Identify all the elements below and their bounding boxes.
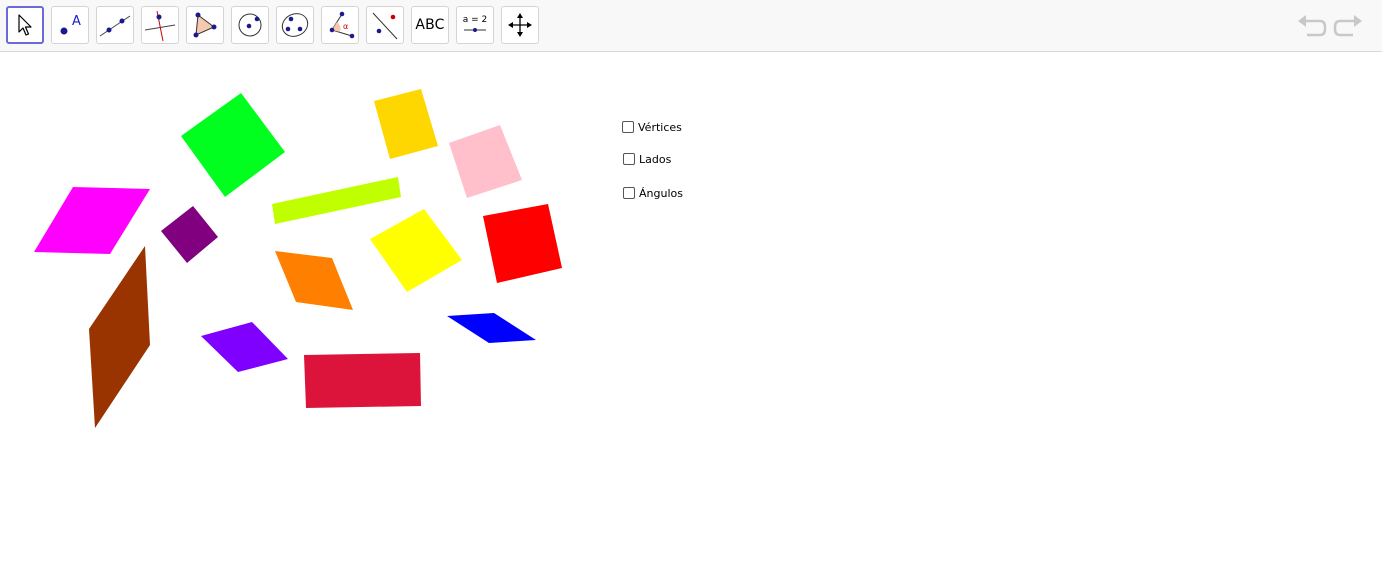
redo-button[interactable] bbox=[1333, 12, 1365, 40]
purple-square[interactable] bbox=[161, 206, 218, 263]
red-square[interactable] bbox=[483, 204, 562, 283]
angles-checkbox-box[interactable] bbox=[623, 187, 635, 199]
polygon-tool[interactable] bbox=[186, 6, 224, 44]
slider-icon: a = 2 bbox=[463, 15, 488, 32]
circle-center-point-icon bbox=[238, 13, 262, 37]
move-graphics-view-tool[interactable] bbox=[501, 6, 539, 44]
crimson-rectangle[interactable] bbox=[304, 353, 421, 408]
vertices-checkbox[interactable]: Vértices bbox=[622, 118, 682, 136]
gold-square[interactable] bbox=[374, 89, 438, 159]
toolbar: A α ABC a = 2 bbox=[0, 0, 1382, 52]
svg-text:α: α bbox=[343, 22, 348, 31]
slider-icon-label: a = 2 bbox=[463, 15, 488, 25]
point-tool[interactable]: A bbox=[51, 6, 89, 44]
sides-checkbox-box[interactable] bbox=[623, 153, 635, 165]
circle-tool[interactable] bbox=[231, 6, 269, 44]
lime-rectangle[interactable] bbox=[272, 177, 401, 224]
vertices-checkbox-label: Vértices bbox=[638, 120, 682, 134]
move-view-icon bbox=[508, 13, 532, 37]
svg-text:A: A bbox=[72, 14, 81, 29]
violet-rhombus[interactable] bbox=[201, 322, 288, 372]
angle-tool[interactable]: α bbox=[321, 6, 359, 44]
polygon-icon bbox=[193, 12, 217, 38]
ellipse-icon bbox=[281, 13, 309, 37]
point-icon: A bbox=[60, 14, 81, 35]
brown-parallelogram[interactable] bbox=[89, 246, 150, 428]
undo-button[interactable] bbox=[1295, 12, 1327, 40]
pink-square[interactable] bbox=[449, 125, 522, 198]
sides-checkbox-label: Lados bbox=[639, 152, 672, 166]
arrow-pointer-icon bbox=[18, 14, 32, 36]
yellow-square[interactable] bbox=[370, 209, 462, 292]
reflect-icon bbox=[372, 12, 398, 40]
text-tool[interactable]: ABC bbox=[411, 6, 449, 44]
line-tool[interactable] bbox=[96, 6, 134, 44]
move-tool[interactable] bbox=[6, 6, 44, 44]
graphics-view[interactable]: Vértices Lados Ángulos bbox=[0, 53, 1382, 574]
sides-checkbox[interactable]: Lados bbox=[623, 150, 671, 168]
magenta-parallelogram[interactable] bbox=[34, 187, 150, 254]
green-square[interactable] bbox=[181, 93, 285, 197]
perpendicular-line-tool[interactable] bbox=[141, 6, 179, 44]
conic-tool[interactable] bbox=[276, 6, 314, 44]
vertices-checkbox-box[interactable] bbox=[622, 121, 634, 133]
orange-parallelogram[interactable] bbox=[275, 251, 353, 310]
reflect-tool[interactable] bbox=[366, 6, 404, 44]
slider-tool[interactable]: a = 2 bbox=[456, 6, 494, 44]
angles-checkbox[interactable]: Ángulos bbox=[623, 184, 683, 202]
angles-checkbox-label: Ángulos bbox=[639, 186, 683, 200]
undo-icon bbox=[1298, 15, 1327, 37]
redo-icon bbox=[1333, 15, 1362, 37]
angle-icon: α bbox=[329, 11, 355, 39]
blue-parallelogram[interactable] bbox=[447, 313, 536, 343]
line-icon bbox=[99, 15, 131, 37]
perpendicular-line-icon bbox=[144, 10, 176, 42]
shapes-layer bbox=[34, 89, 562, 428]
text-icon: ABC bbox=[415, 17, 445, 33]
